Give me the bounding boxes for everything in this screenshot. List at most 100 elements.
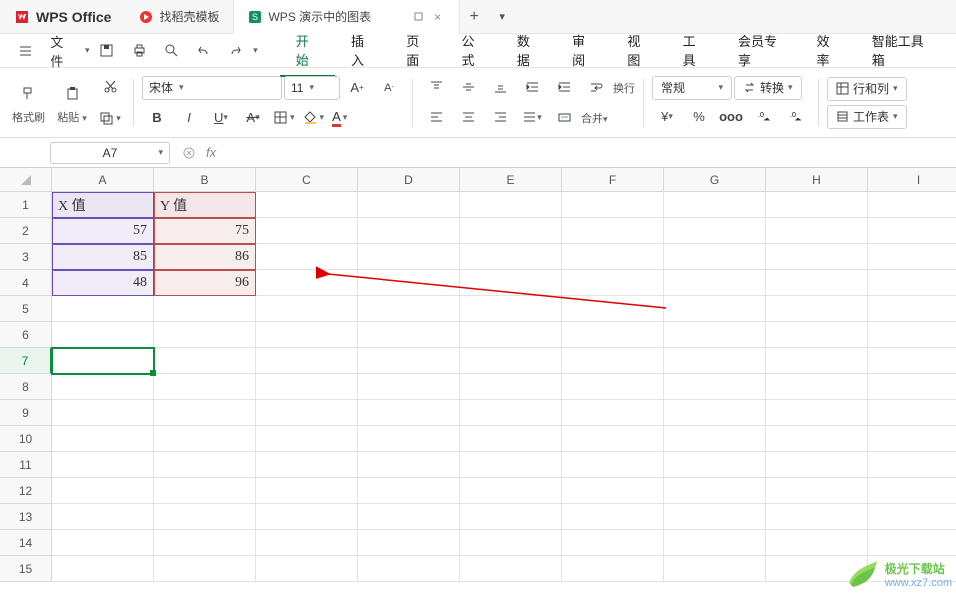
align-bottom-icon[interactable] bbox=[485, 75, 515, 101]
cell[interactable] bbox=[868, 374, 956, 400]
cell[interactable] bbox=[868, 452, 956, 478]
row-header[interactable]: 6 bbox=[0, 322, 52, 348]
cell-b1[interactable]: Y 值 bbox=[154, 192, 256, 218]
cell[interactable] bbox=[562, 322, 664, 348]
cell[interactable] bbox=[460, 530, 562, 556]
cell[interactable] bbox=[766, 426, 868, 452]
cell[interactable] bbox=[256, 322, 358, 348]
cell[interactable] bbox=[562, 478, 664, 504]
cell[interactable] bbox=[868, 504, 956, 530]
cell[interactable] bbox=[460, 348, 562, 374]
cell[interactable] bbox=[460, 426, 562, 452]
cell-a4[interactable]: 48 bbox=[52, 270, 154, 296]
italic-icon[interactable]: I bbox=[174, 105, 204, 131]
preview-icon[interactable] bbox=[156, 38, 186, 64]
wrap-icon[interactable] bbox=[581, 75, 611, 101]
close-icon[interactable]: × bbox=[430, 10, 445, 24]
paste-icon[interactable] bbox=[57, 81, 87, 107]
cell[interactable] bbox=[664, 556, 766, 582]
cell[interactable] bbox=[52, 478, 154, 504]
cell[interactable] bbox=[358, 426, 460, 452]
cell[interactable] bbox=[52, 400, 154, 426]
col-header[interactable]: F bbox=[562, 168, 664, 192]
bold-icon[interactable]: B bbox=[142, 105, 172, 131]
menu-view[interactable]: 视图 bbox=[611, 25, 666, 77]
align-left-icon[interactable] bbox=[421, 105, 451, 131]
cell[interactable] bbox=[868, 244, 956, 270]
cell[interactable] bbox=[868, 296, 956, 322]
align-center-icon[interactable] bbox=[453, 105, 483, 131]
cell[interactable] bbox=[460, 192, 562, 218]
cell[interactable] bbox=[256, 426, 358, 452]
cell-a7-selected[interactable] bbox=[52, 348, 154, 374]
cell[interactable] bbox=[766, 296, 868, 322]
cell[interactable] bbox=[766, 374, 868, 400]
col-header[interactable]: B bbox=[154, 168, 256, 192]
col-header[interactable]: C bbox=[256, 168, 358, 192]
cell-b2[interactable]: 75 bbox=[154, 218, 256, 244]
menu-data[interactable]: 数据 bbox=[501, 25, 556, 77]
cell[interactable] bbox=[868, 426, 956, 452]
cell[interactable] bbox=[154, 530, 256, 556]
format-painter-icon[interactable] bbox=[14, 81, 44, 107]
row-header[interactable]: 10 bbox=[0, 426, 52, 452]
cell[interactable] bbox=[256, 244, 358, 270]
cell[interactable] bbox=[256, 400, 358, 426]
chevron-down-icon[interactable]: ▾ bbox=[85, 45, 90, 56]
cell[interactable] bbox=[358, 218, 460, 244]
cell[interactable] bbox=[256, 504, 358, 530]
cell[interactable] bbox=[868, 322, 956, 348]
cell[interactable] bbox=[460, 452, 562, 478]
indent-increase-icon[interactable] bbox=[549, 75, 579, 101]
tab-template[interactable]: 找稻壳模板 bbox=[125, 0, 234, 34]
menu-formula[interactable]: 公式 bbox=[446, 25, 501, 77]
cell[interactable] bbox=[562, 270, 664, 296]
cell[interactable] bbox=[766, 478, 868, 504]
strikethrough-icon[interactable]: A▾ bbox=[238, 105, 268, 131]
menu-smart[interactable]: 智能工具箱 bbox=[856, 25, 946, 77]
row-header[interactable]: 12 bbox=[0, 478, 52, 504]
cell[interactable] bbox=[460, 556, 562, 582]
fx-label[interactable]: fx bbox=[206, 145, 216, 160]
cell[interactable] bbox=[664, 270, 766, 296]
cell[interactable] bbox=[766, 192, 868, 218]
align-middle-icon[interactable] bbox=[453, 75, 483, 101]
tab-list-button[interactable]: ▾ bbox=[488, 10, 516, 23]
cell[interactable] bbox=[52, 374, 154, 400]
copy-icon[interactable]: ▾ bbox=[95, 106, 125, 132]
cell[interactable] bbox=[154, 400, 256, 426]
fontsize-combo[interactable]: 11▾ bbox=[284, 76, 340, 100]
cell[interactable] bbox=[868, 192, 956, 218]
cell[interactable] bbox=[154, 452, 256, 478]
sheet-button[interactable]: 工作表▾ bbox=[827, 105, 907, 129]
cell[interactable] bbox=[664, 452, 766, 478]
cell[interactable] bbox=[256, 556, 358, 582]
cell[interactable] bbox=[358, 270, 460, 296]
row-header[interactable]: 15 bbox=[0, 556, 52, 582]
merge-icon[interactable] bbox=[549, 105, 579, 131]
cell[interactable] bbox=[562, 348, 664, 374]
cell[interactable] bbox=[766, 244, 868, 270]
cell[interactable] bbox=[460, 504, 562, 530]
cell[interactable] bbox=[154, 296, 256, 322]
menu-insert[interactable]: 插入 bbox=[335, 25, 390, 77]
cell[interactable] bbox=[52, 452, 154, 478]
cell[interactable] bbox=[664, 322, 766, 348]
cell[interactable] bbox=[460, 322, 562, 348]
cell-a2[interactable]: 57 bbox=[52, 218, 154, 244]
menu-efficiency[interactable]: 效率 bbox=[801, 25, 856, 77]
cell[interactable] bbox=[562, 426, 664, 452]
menu-start[interactable]: 开始 bbox=[280, 25, 335, 77]
cell[interactable] bbox=[766, 452, 868, 478]
col-header[interactable]: G bbox=[664, 168, 766, 192]
cell[interactable] bbox=[460, 400, 562, 426]
cell[interactable] bbox=[154, 374, 256, 400]
font-color-icon[interactable]: A▾ bbox=[329, 106, 350, 130]
cell[interactable] bbox=[868, 218, 956, 244]
col-header[interactable]: A bbox=[52, 168, 154, 192]
decrease-font-icon[interactable]: A- bbox=[374, 75, 404, 101]
cell[interactable] bbox=[868, 270, 956, 296]
cell-b4[interactable]: 96 bbox=[154, 270, 256, 296]
col-header[interactable]: E bbox=[460, 168, 562, 192]
cell[interactable] bbox=[664, 348, 766, 374]
